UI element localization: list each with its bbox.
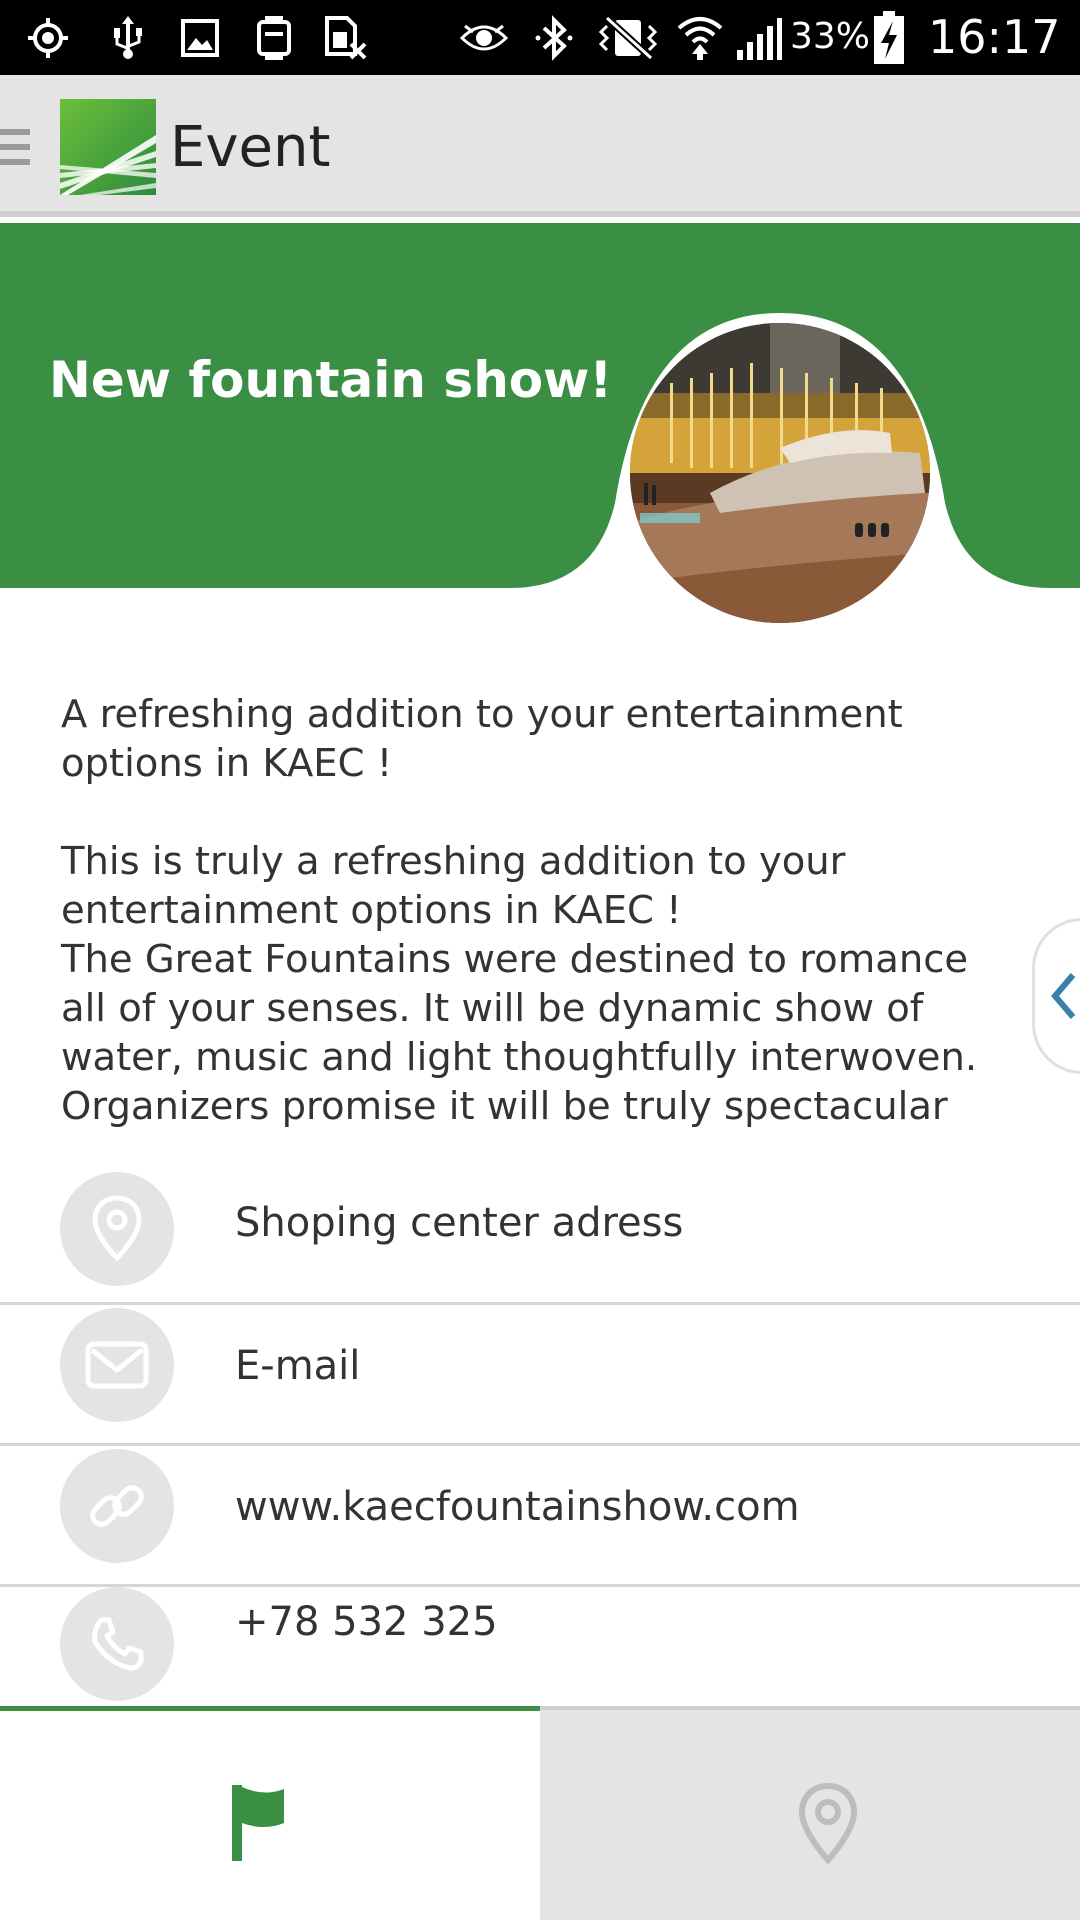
image-icon (178, 12, 222, 64)
contact-address-label: Shoping center adress (235, 1200, 684, 1246)
wifi-icon (674, 12, 726, 64)
contact-website-row[interactable]: www.kaecfountainshow.com (0, 1446, 1080, 1587)
phone-icon (60, 1587, 174, 1701)
contact-email-label: E-mail (235, 1343, 361, 1389)
app-logo (60, 99, 156, 195)
bluetooth-icon (532, 12, 576, 64)
usb-icon (108, 12, 148, 64)
watch-icon (252, 12, 296, 64)
location-pin-icon (60, 1172, 174, 1286)
clock: 16:17 (928, 10, 1061, 64)
event-title: New fountain show! (49, 351, 613, 409)
eye-icon (458, 12, 510, 64)
status-bar: 33% 16:17 (0, 0, 1080, 75)
hamburger-icon[interactable] (0, 129, 30, 169)
flag-icon (232, 1785, 284, 1861)
side-drawer-handle[interactable] (1032, 918, 1080, 1074)
battery-charging-icon (872, 11, 906, 64)
tab-map[interactable] (540, 1706, 1080, 1920)
app-bar: Event (0, 75, 1080, 217)
vibrate-mute-icon (592, 12, 664, 64)
contact-website-label: www.kaecfountainshow.com (235, 1484, 800, 1530)
email-icon (60, 1308, 174, 1422)
map-pin-icon (798, 1782, 858, 1865)
battery-percent: 33% (790, 16, 871, 57)
contact-address-row[interactable]: Shoping center adress (0, 1164, 1080, 1305)
contact-email-row[interactable]: E-mail (0, 1305, 1080, 1446)
gps-icon (26, 12, 70, 64)
tab-event[interactable] (0, 1706, 540, 1920)
event-description: A refreshing addition to your entertainm… (61, 692, 978, 1129)
signal-icon (734, 12, 784, 64)
page-title: Event (170, 115, 331, 180)
link-icon (60, 1449, 174, 1563)
contact-phone-label: +78 532 325 (235, 1599, 498, 1645)
sim-off-icon (322, 12, 370, 64)
bottom-tab-bar (0, 1706, 1080, 1920)
event-photo (630, 323, 930, 623)
event-header: New fountain show! (0, 223, 1080, 623)
chevron-left-icon (1051, 973, 1076, 1019)
